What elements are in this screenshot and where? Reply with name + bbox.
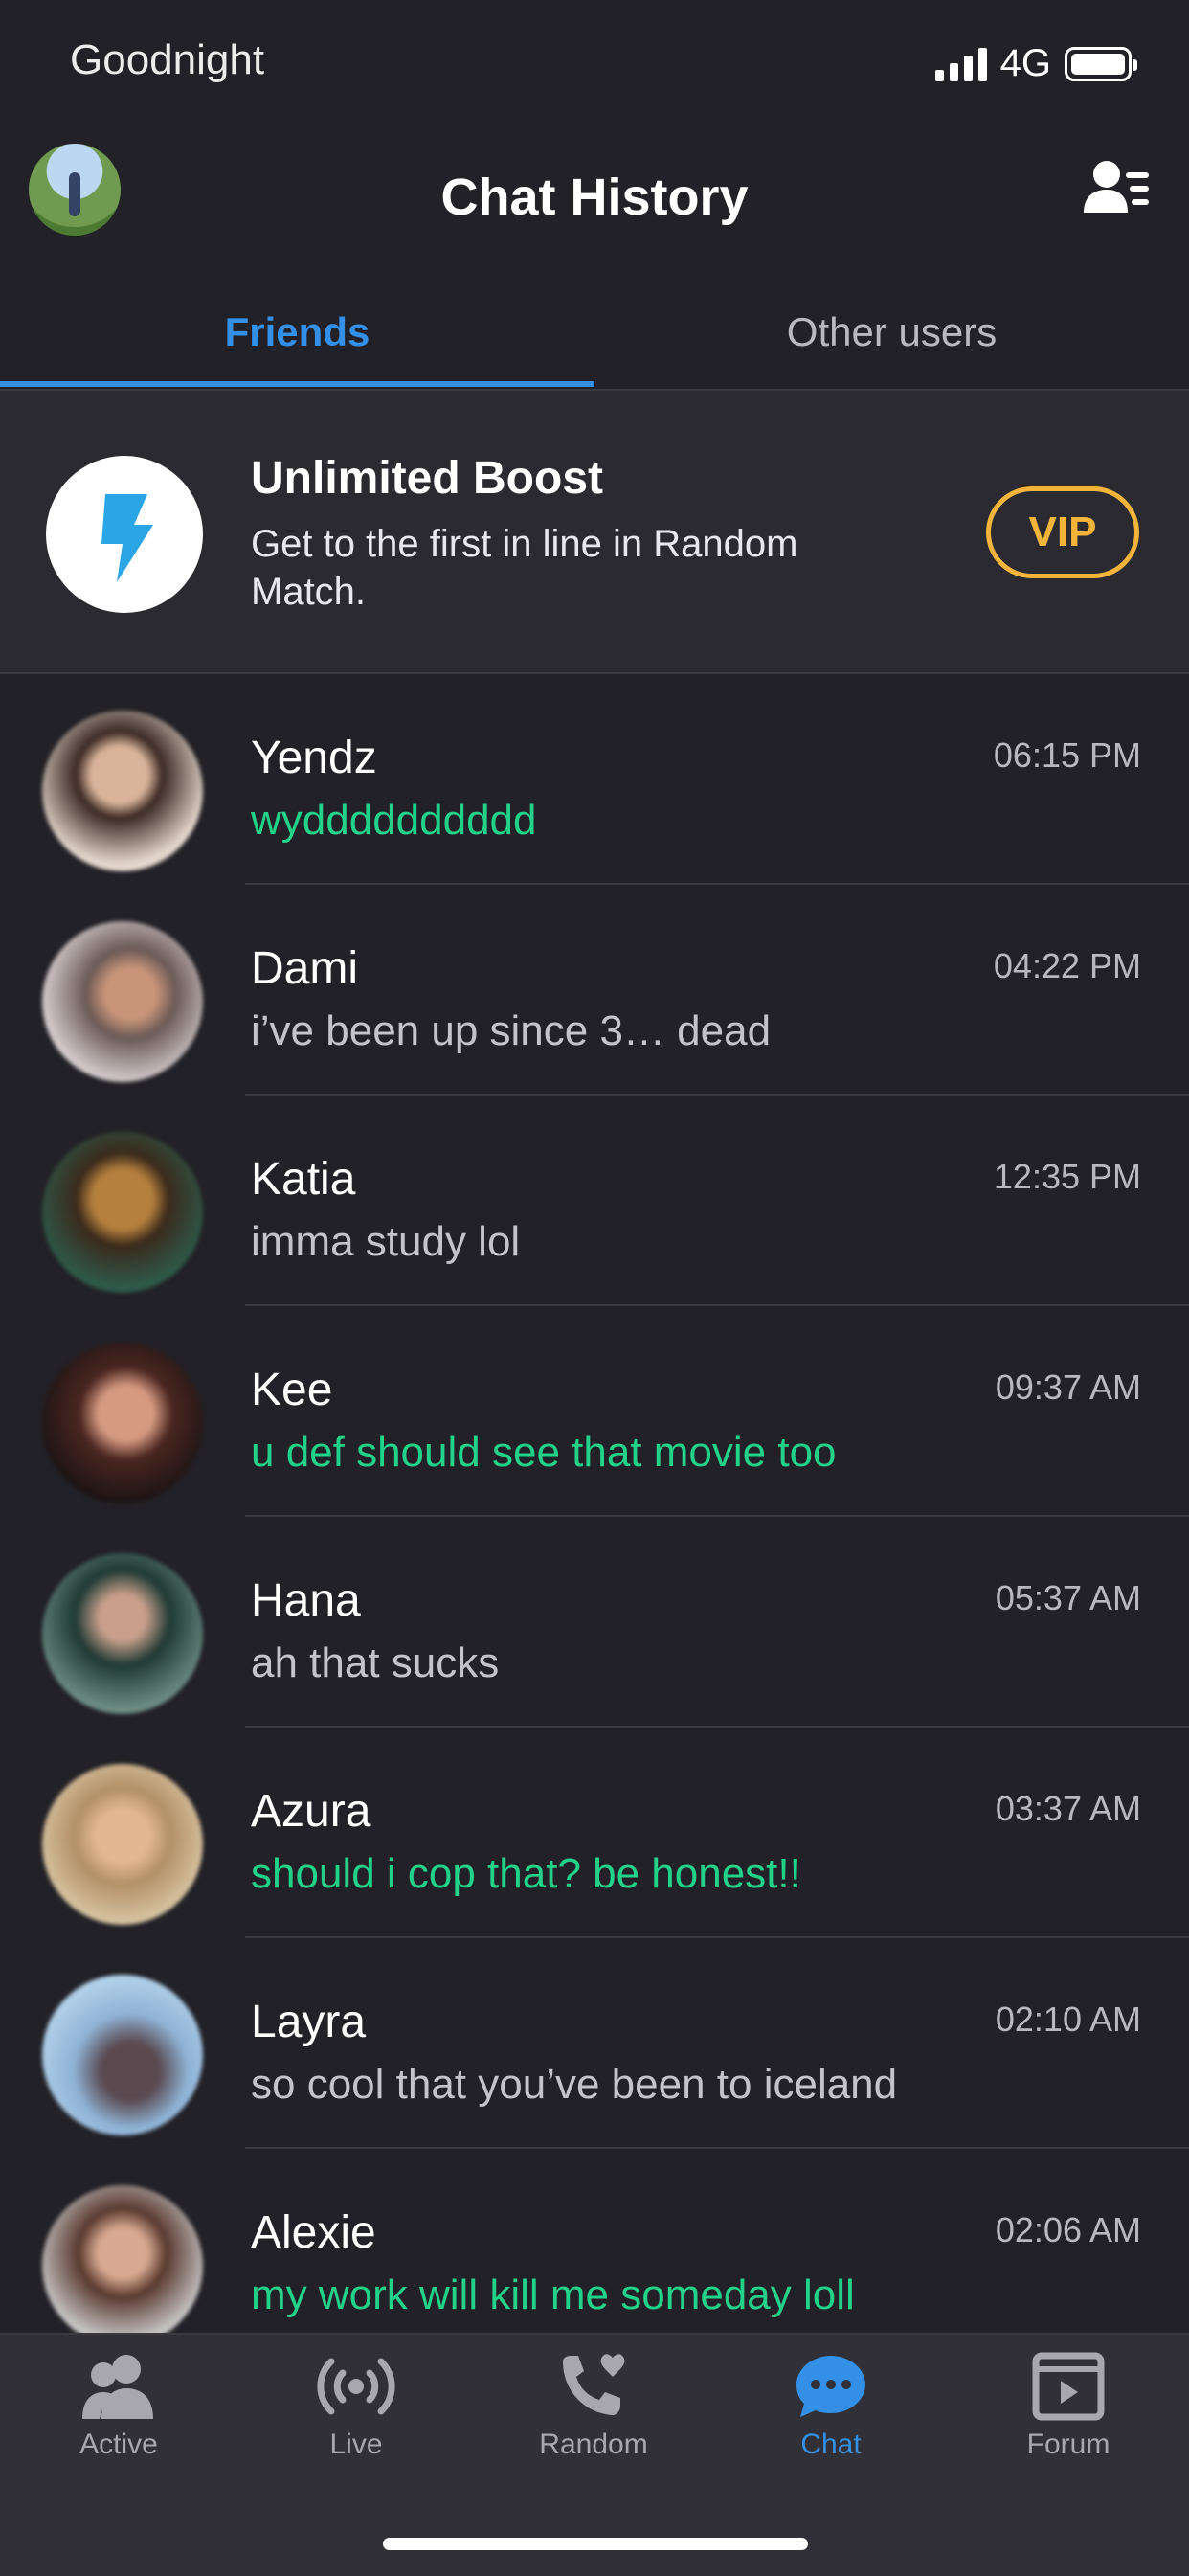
chat-last-message: my work will kill me someday loll [251, 2271, 855, 2318]
boost-description: Get to the first in line in Random Match… [251, 523, 798, 613]
network-type: 4G [999, 42, 1051, 84]
boost-icon-circle [46, 456, 203, 613]
tab-bar: Friends Other users [0, 278, 1189, 391]
phone-heart-icon [563, 2354, 625, 2415]
chat-row[interactable]: Layra so cool that you’ve been to icelan… [0, 1938, 1189, 2149]
chat-name: Yendz [251, 733, 377, 783]
chat-time: 06:15 PM [993, 735, 1141, 775]
nav-random[interactable]: Random [475, 2352, 712, 2496]
forum-icon [1032, 2352, 1105, 2421]
chat-row[interactable]: Kee u def should see that movie too 09:3… [0, 1306, 1189, 1517]
boost-title: Unlimited Boost [251, 453, 603, 504]
page-title: Chat History [440, 169, 749, 226]
chat-time: 12:35 PM [993, 1157, 1141, 1196]
avatar [42, 711, 203, 871]
avatar [42, 2185, 203, 2333]
chat-time: 09:37 AM [995, 1367, 1141, 1407]
chat-name: Katia [251, 1154, 356, 1205]
nav-label: Chat [800, 2429, 862, 2460]
chat-row[interactable]: Alexie my work will kill me someday loll… [0, 2149, 1189, 2333]
nav-live[interactable]: Live [237, 2352, 475, 2496]
chat-last-message: wydddddddddd [251, 797, 537, 844]
chat-name: Kee [251, 1365, 333, 1415]
chat-last-message: i’ve been up since 3… dead [251, 1007, 772, 1054]
chat-name: Dami [251, 943, 359, 994]
status-carrier: Goodnight [70, 36, 265, 83]
tab-other-users[interactable]: Other users [594, 278, 1189, 387]
avatar [42, 1764, 203, 1925]
chat-time: 02:10 AM [995, 2000, 1141, 2039]
chat-row[interactable]: Azura should i cop that? be honest!! 03:… [0, 1728, 1189, 1938]
chat-last-message: u def should see that movie too [251, 1429, 837, 1476]
chat-row[interactable]: Katia imma study lol 12:35 PM [0, 1096, 1189, 1306]
status-indicators: 4G [934, 42, 1137, 85]
home-indicator [383, 2538, 808, 2550]
broadcast-icon [317, 2358, 395, 2415]
chat-time: 04:22 PM [993, 946, 1141, 985]
battery-icon [1065, 46, 1137, 81]
vip-button[interactable]: VIP [986, 486, 1139, 578]
nav-label: Active [79, 2429, 158, 2460]
chat-name: Azura [251, 1786, 371, 1837]
signal-icon [934, 47, 987, 81]
chat-last-message: so cool that you’ve been to iceland [251, 2061, 898, 2108]
nav-forum[interactable]: Forum [950, 2352, 1187, 2496]
chat-name: Hana [251, 1575, 361, 1626]
avatar [42, 1132, 203, 1293]
nav-label: Forum [1026, 2429, 1110, 2460]
chat-list[interactable]: Yendz wydddddddddd 06:15 PM Dami i’ve be… [0, 674, 1189, 2333]
chat-row[interactable]: Hana ah that sucks 05:37 AM [0, 1517, 1189, 1728]
users-icon [82, 2355, 153, 2419]
chat-bubble-icon [796, 2356, 865, 2417]
chat-last-message: imma study lol [251, 1218, 521, 1265]
nav-active[interactable]: Active [0, 2352, 237, 2496]
avatar [42, 1553, 203, 1714]
chat-row[interactable]: Yendz wydddddddddd 06:15 PM [0, 674, 1189, 885]
chat-last-message: should i cop that? be honest!! [251, 1850, 801, 1897]
user-list-icon [1084, 161, 1149, 213]
nav-label: Random [539, 2429, 648, 2460]
chat-time: 02:06 AM [995, 2210, 1141, 2249]
contacts-list-button[interactable] [1084, 159, 1151, 216]
lightning-icon [101, 494, 153, 582]
avatar [42, 1975, 203, 2135]
avatar [42, 1343, 203, 1503]
boost-banner[interactable]: Unlimited Boost Get to the first in line… [0, 391, 1189, 674]
active-tab-indicator [0, 381, 594, 387]
nav-label: Live [329, 2429, 383, 2460]
header: Chat History [0, 124, 1189, 268]
chat-row[interactable]: Dami i’ve been up since 3… dead 04:22 PM [0, 885, 1189, 1096]
nav-chat[interactable]: Chat [712, 2352, 950, 2496]
tab-friends[interactable]: Friends [0, 278, 594, 387]
chat-name: Alexie [251, 2207, 376, 2258]
chat-time: 03:37 AM [995, 1789, 1141, 1828]
status-bar: Goodnight 4G [0, 0, 1189, 124]
chat-time: 05:37 AM [995, 1578, 1141, 1617]
chat-name: Layra [251, 1997, 367, 2047]
avatar [42, 921, 203, 1082]
chat-last-message: ah that sucks [251, 1639, 500, 1686]
